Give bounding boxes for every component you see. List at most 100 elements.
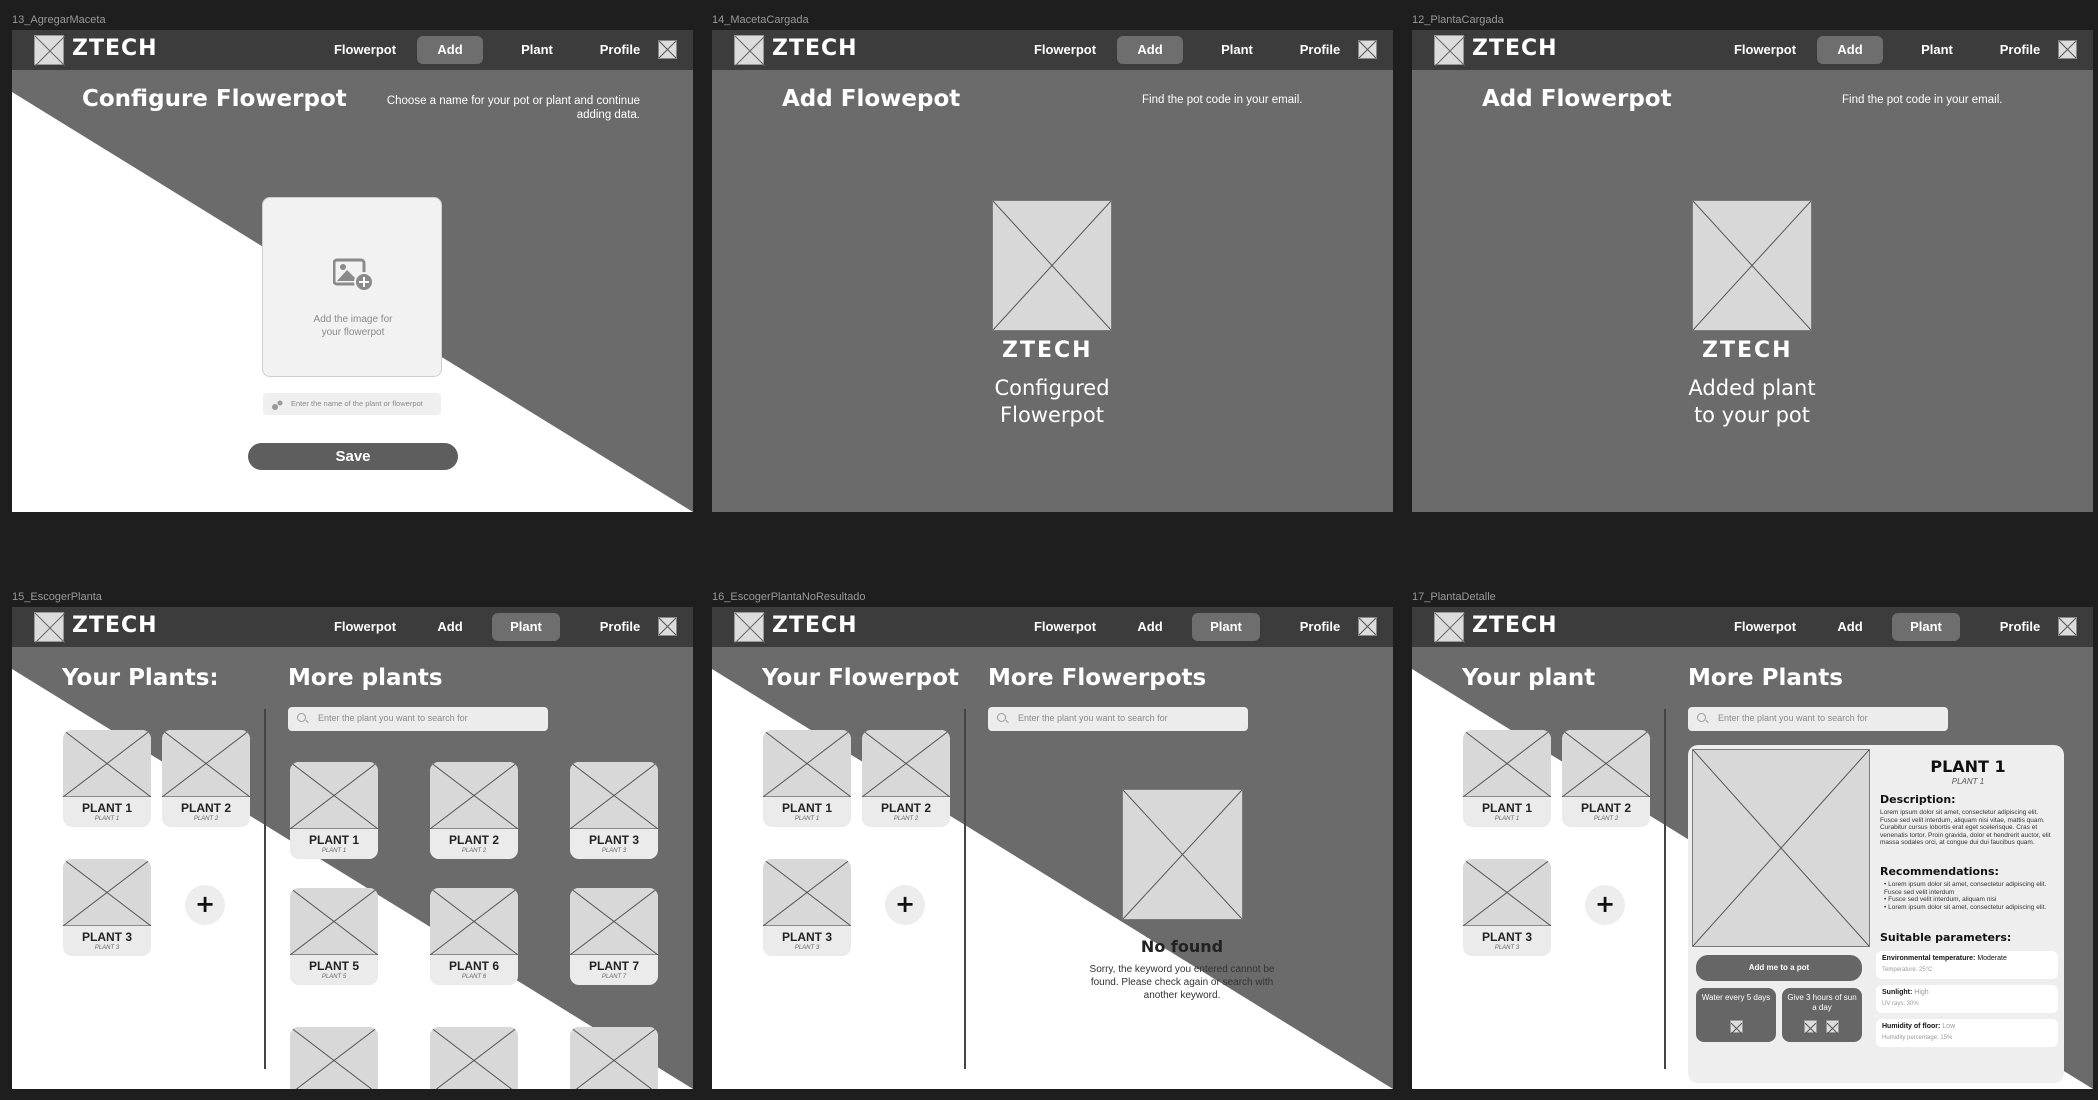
- close-icon[interactable]: [2058, 617, 2077, 636]
- parameters-label: Suitable parameters:: [1880, 931, 2012, 944]
- my-plant-card[interactable]: PLANT 3 PLANT 3: [1463, 859, 1551, 956]
- my-plant-card[interactable]: PLANT 3 PLANT 3: [63, 859, 151, 956]
- add-flowerpot-button[interactable]: +: [885, 885, 925, 925]
- nav-add[interactable]: Add: [417, 613, 483, 641]
- plant-card[interactable]: [570, 1027, 658, 1089]
- vertical-divider: [964, 709, 966, 1069]
- nav-plant[interactable]: Plant: [504, 36, 570, 64]
- nav-profile[interactable]: Profile: [1987, 36, 2053, 64]
- close-icon[interactable]: [2058, 40, 2077, 59]
- plant-detail-image: [1692, 749, 1870, 947]
- brand-logo: ZTECH: [72, 613, 158, 638]
- navbar: ZTECH Flowerpot Add Plant Profile: [1412, 607, 2093, 647]
- nav-flowerpot[interactable]: Flowerpot: [1030, 613, 1100, 641]
- search-input[interactable]: Enter the plant you want to search for: [988, 707, 1248, 731]
- close-icon[interactable]: [658, 40, 677, 59]
- close-icon[interactable]: [658, 617, 677, 636]
- frame-label: 16_EscogerPlantaNoResultado: [712, 591, 866, 603]
- my-plant-card[interactable]: PLANT 1 PLANT 1: [63, 730, 151, 827]
- search-icon: [297, 713, 306, 722]
- nav-plant[interactable]: Plant: [1904, 36, 1970, 64]
- recommendations-label: Recommendations:: [1880, 865, 1999, 878]
- card-subtitle: PLANT 2: [193, 816, 219, 822]
- more-plants-title: More Plants: [1688, 665, 1843, 691]
- your-flowerpot-title: Your Flowerpot: [762, 665, 959, 691]
- logo-image-icon: [734, 35, 765, 66]
- description-text: Lorem ipsum dolor sit amet, consectetur …: [1880, 809, 2051, 847]
- card-subtitle: PLANT 6: [461, 974, 487, 980]
- logo-image-icon: [734, 612, 765, 643]
- navbar: ZTECH Flowerpot Add Plant Profile: [712, 607, 1393, 647]
- my-flowerpot-card[interactable]: PLANT 3 PLANT 3: [763, 859, 851, 956]
- card-subtitle: PLANT 2: [893, 816, 919, 822]
- page-subtitle: Find the pot code in your email.: [1842, 94, 2003, 106]
- plant-card[interactable]: [290, 1027, 378, 1089]
- nav-flowerpot[interactable]: Flowerpot: [1030, 36, 1100, 64]
- nav-plant[interactable]: Plant: [1204, 36, 1270, 64]
- nav-add[interactable]: Add: [1117, 36, 1183, 64]
- plant-card[interactable]: [430, 1027, 518, 1089]
- search-input[interactable]: Enter the plant you want to search for: [288, 707, 548, 731]
- close-icon[interactable]: [1358, 617, 1377, 636]
- nav-flowerpot[interactable]: Flowerpot: [1730, 613, 1800, 641]
- param-label: Humidity of floor:: [1882, 1023, 1941, 1030]
- my-flowerpot-card[interactable]: PLANT 1 PLANT 1: [763, 730, 851, 827]
- nav-profile[interactable]: Profile: [587, 613, 653, 641]
- name-placeholder: Enter the name of the plant or flowerpot: [291, 399, 423, 408]
- nav-profile[interactable]: Profile: [1287, 613, 1353, 641]
- close-icon[interactable]: [1358, 40, 1377, 59]
- card-subtitle: PLANT 1: [321, 848, 347, 854]
- nav-add[interactable]: Add: [1817, 613, 1883, 641]
- nav-add[interactable]: Add: [1817, 36, 1883, 64]
- nav-profile[interactable]: Profile: [1287, 36, 1353, 64]
- sunlight-text: Give 3 hours of sun a day: [1787, 993, 1857, 1012]
- card-title: PLANT 1: [308, 833, 359, 847]
- frame-label: 17_PlantaDetalle: [1412, 591, 1496, 603]
- logo-image-icon: [1434, 35, 1465, 66]
- plant-card[interactable]: PLANT 1 PLANT 1: [290, 762, 378, 859]
- nav-profile[interactable]: Profile: [1987, 613, 2053, 641]
- watering-card: Water every 5 days: [1696, 988, 1776, 1042]
- my-plant-card[interactable]: PLANT 2 PLANT 2: [162, 730, 250, 827]
- search-input[interactable]: Enter the plant you want to search for: [1688, 707, 1948, 731]
- image-upload-box[interactable]: Add the image for your flowerpot: [262, 197, 442, 377]
- card-title: PLANT 2: [448, 833, 499, 847]
- my-plant-card[interactable]: PLANT 1 PLANT 1: [1463, 730, 1551, 827]
- add-plant-button[interactable]: +: [1585, 885, 1625, 925]
- brand-logo: ZTECH: [72, 36, 158, 61]
- leaf-icon: [271, 398, 283, 410]
- card-title: PLANT 1: [781, 801, 832, 815]
- add-plant-button[interactable]: +: [185, 885, 225, 925]
- card-title: PLANT 6: [448, 959, 499, 973]
- card-subtitle: PLANT 1: [94, 816, 120, 822]
- vertical-divider: [264, 709, 266, 1069]
- nav-flowerpot[interactable]: Flowerpot: [330, 613, 400, 641]
- save-button[interactable]: Save: [248, 443, 458, 470]
- nav-add[interactable]: Add: [417, 36, 483, 64]
- param-row: Environmental temperature: Moderate Temp…: [1876, 951, 2058, 979]
- nav-flowerpot[interactable]: Flowerpot: [1730, 36, 1800, 64]
- add-to-pot-button[interactable]: Add me to a pot: [1696, 955, 1862, 981]
- flowerpot-image: [992, 200, 1112, 331]
- my-flowerpot-card[interactable]: PLANT 2 PLANT 2: [862, 730, 950, 827]
- nav-plant[interactable]: Plant: [492, 613, 560, 641]
- nav-plant[interactable]: Plant: [1892, 613, 1960, 641]
- my-plant-card[interactable]: PLANT 2 PLANT 2: [1562, 730, 1650, 827]
- logo-image-icon: [1434, 612, 1465, 643]
- name-input[interactable]: Enter the name of the plant or flowerpot: [263, 393, 441, 415]
- plant-card[interactable]: PLANT 6 PLANT 6: [430, 888, 518, 985]
- nav-flowerpot[interactable]: Flowerpot: [330, 36, 400, 64]
- nav-plant[interactable]: Plant: [1192, 613, 1260, 641]
- plant-card[interactable]: PLANT 7 PLANT 7: [570, 888, 658, 985]
- search-placeholder: Enter the plant you want to search for: [1718, 713, 1868, 723]
- param-detail: Humidity percentage: 15%: [1882, 1035, 1953, 1041]
- plant-card[interactable]: PLANT 5 PLANT 5: [290, 888, 378, 985]
- nav-profile[interactable]: Profile: [587, 36, 653, 64]
- frame-label: 12_PlantaCargada: [1412, 14, 1504, 26]
- nav-add[interactable]: Add: [1117, 613, 1183, 641]
- plant-card[interactable]: PLANT 2 PLANT 2: [430, 762, 518, 859]
- your-plant-title: Your plant: [1462, 665, 1596, 691]
- plant-card[interactable]: PLANT 3 PLANT 3: [570, 762, 658, 859]
- add-image-icon: [332, 258, 374, 292]
- vertical-divider: [1664, 709, 1666, 1069]
